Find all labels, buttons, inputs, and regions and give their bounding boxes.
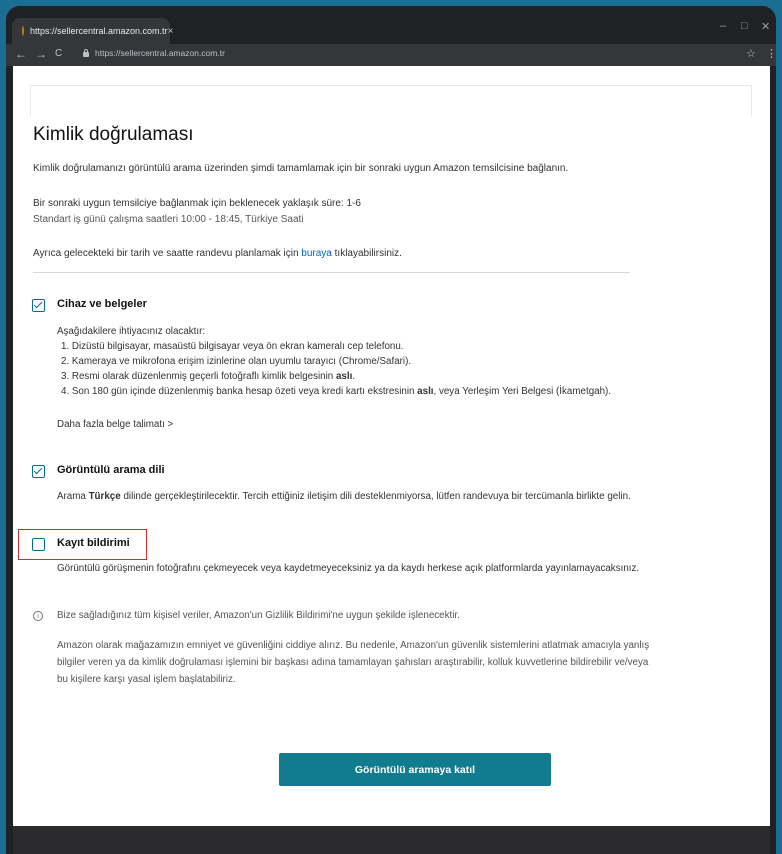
item3-post: . (352, 371, 356, 382)
divider (33, 272, 630, 273)
menu-icon[interactable]: ⋮ (766, 47, 776, 60)
item4-bold: aslı (417, 386, 434, 397)
language-pre: Arama (57, 491, 89, 502)
language-post: dilinde gerçekleştirilecektir. Tercih et… (120, 491, 631, 502)
reload-icon[interactable]: C (55, 48, 62, 59)
language-bold: Türkçe (88, 491, 121, 502)
wait-time-text: Bir sonraki uygun temsilciye bağlanmak i… (33, 198, 361, 209)
browser-toolbar: ← → C https://sellercentral.amazon.com.t… (6, 44, 776, 66)
recording-heading: Kayıt bildirimi (57, 537, 130, 549)
devices-item-1: 1. Dizüstü bilgisayar, masaüstü bilgisay… (61, 341, 404, 352)
forward-icon[interactable]: → (35, 47, 47, 61)
page-title: Kimlik doğrulaması (33, 124, 194, 145)
schedule-pre: Ayrıca gelecekteki bir tarih ve saatte r… (33, 248, 302, 259)
back-icon[interactable]: ← (15, 47, 27, 61)
bottom-bar (13, 826, 770, 854)
browser-window: https://sellercentral.amazon.com.tr × – … (6, 6, 776, 854)
page-content: Kimlik doğrulaması Kimlik doğrulamanızı … (13, 66, 770, 826)
hours-text: Standart iş günü çalışma saatleri 10:00 … (33, 214, 304, 225)
minimize-icon[interactable]: – (720, 20, 726, 32)
devices-need-text: Aşağıdakilere ihtiyacınız olacaktır: (57, 326, 206, 337)
maximize-icon[interactable]: □ (741, 20, 748, 32)
close-window-icon[interactable]: ✕ (761, 20, 770, 33)
tab-bar: https://sellercentral.amazon.com.tr × – … (6, 6, 776, 44)
browser-tab[interactable]: https://sellercentral.amazon.com.tr × (12, 18, 173, 44)
language-checkbox[interactable] (32, 465, 45, 478)
schedule-link[interactable]: buraya (301, 248, 332, 259)
recording-checkbox[interactable] (32, 538, 45, 551)
security-text-line-3: bu kişilere karşı yasal işlem başlatabil… (57, 674, 236, 685)
schedule-post: tıklayabilirsiniz. (331, 248, 402, 259)
item3-bold: aslı (335, 371, 353, 382)
address-bar[interactable]: https://sellercentral.amazon.com.tr (83, 48, 225, 58)
intro-text: Kimlik doğrulamanızı görüntülü arama üze… (33, 163, 569, 174)
devices-heading: Cihaz ve belgeler (57, 298, 147, 310)
devices-item-2: 2. Kameraya ve mikrofona erişim izinleri… (61, 356, 412, 367)
more-docs-link[interactable]: Daha fazla belge talimatı > (57, 419, 173, 430)
bookmark-star-icon[interactable]: ☆ (746, 47, 756, 60)
language-heading: Görüntülü arama dili (57, 464, 165, 476)
security-text-line-1: Amazon olarak mağazamızın emniyet ve güv… (57, 640, 650, 651)
devices-checkbox[interactable] (32, 299, 45, 312)
tab-close-icon[interactable]: × (168, 26, 174, 37)
recording-text: Görüntülü görüşmenin fotoğrafını çekmeye… (57, 563, 640, 574)
tab-title: https://sellercentral.amazon.com.tr (30, 26, 168, 36)
language-text: Arama Türkçe dilinde gerçekleştirilecekt… (57, 491, 631, 502)
devices-item-3: 3. Resmi olarak düzenlenmiş geçerli foto… (61, 371, 355, 382)
join-video-call-button[interactable]: Görüntülü aramaya katıl (279, 753, 551, 786)
devices-item-4: 4. Son 180 gün içinde düzenlenmiş banka … (61, 386, 611, 397)
favicon-icon (22, 26, 24, 36)
privacy-notice: Bize sağladığınız tüm kişisel veriler, A… (57, 610, 460, 621)
item3-pre: 3. Resmi olarak düzenlenmiş geçerli foto… (61, 371, 336, 382)
security-text-line-2: bilgiler veren ya da kimlik doğrulaması … (57, 657, 649, 668)
url-text: https://sellercentral.amazon.com.tr (95, 48, 225, 58)
item4-pre: 4. Son 180 gün içinde düzenlenmiş banka … (61, 386, 418, 397)
info-icon: i (33, 611, 43, 621)
item4-post: , veya Yerleşim Yeri Belgesi (İkametgah)… (433, 386, 612, 397)
schedule-text: Ayrıca gelecekteki bir tarih ve saatte r… (33, 248, 402, 259)
top-panel (30, 85, 752, 116)
lock-icon (83, 48, 89, 57)
